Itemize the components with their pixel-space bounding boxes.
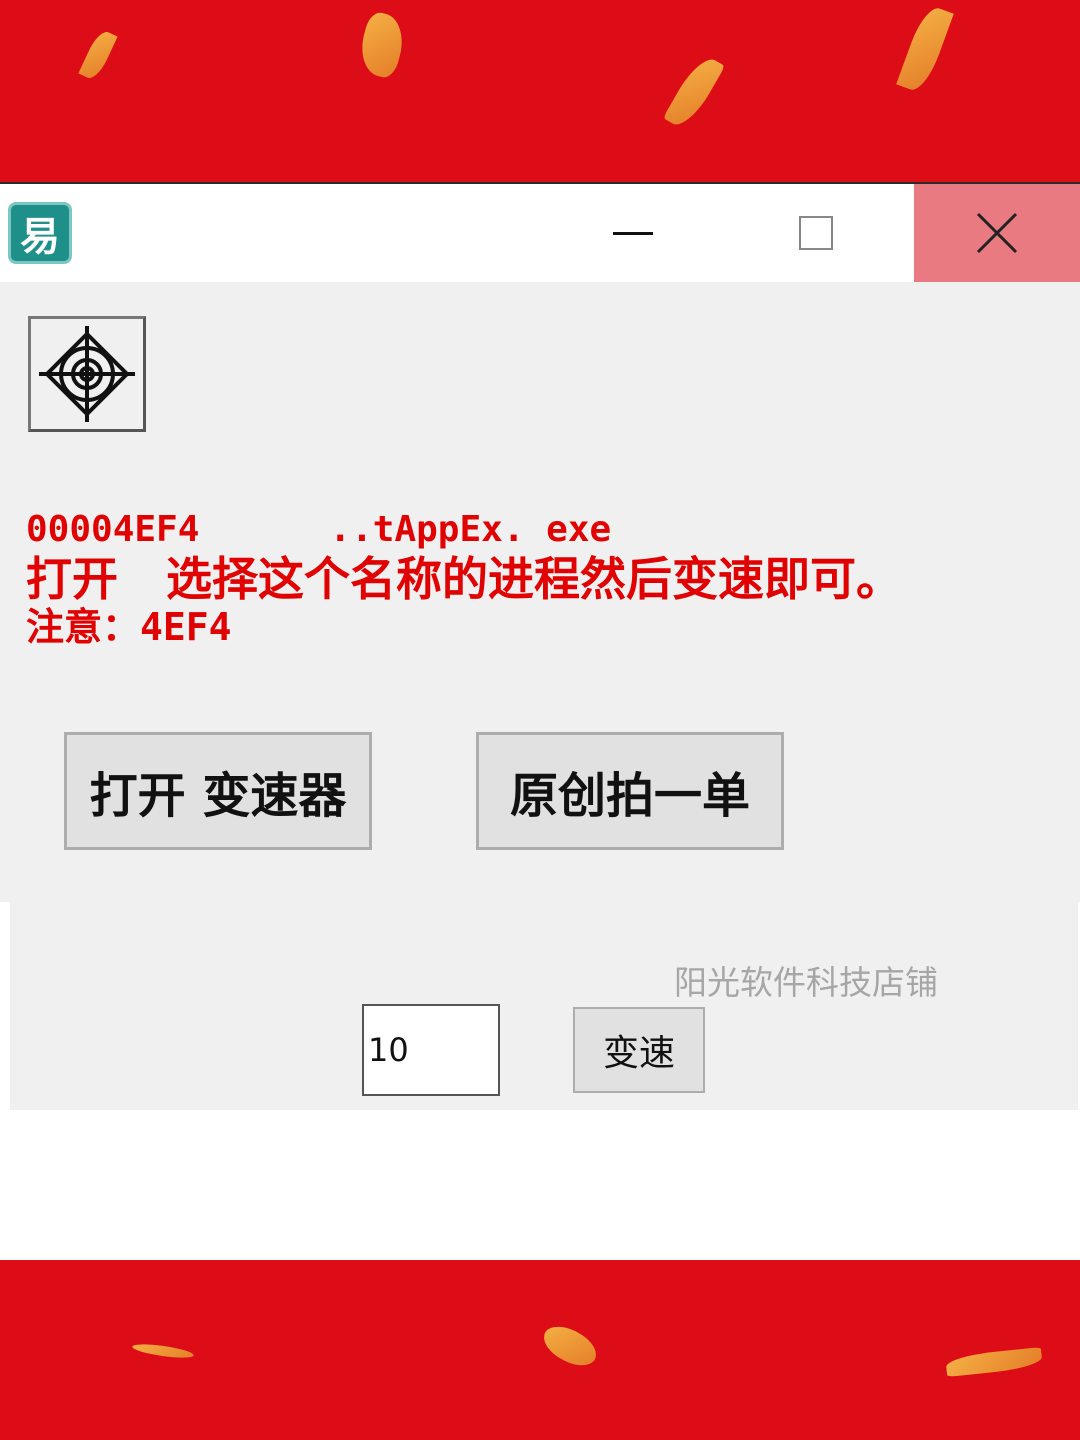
petal-decoration — [896, 3, 954, 95]
speed-panel — [10, 902, 1078, 1110]
note-line: 注意：4EF4 — [26, 605, 232, 649]
title-bar: 易 — [0, 182, 1080, 282]
crosshair-icon — [39, 326, 135, 422]
petal-decoration — [538, 1321, 602, 1371]
minimize-icon — [613, 231, 653, 235]
petal-decoration — [131, 1341, 195, 1361]
minimize-button[interactable] — [573, 184, 693, 282]
app-icon: 易 — [8, 202, 72, 264]
bottom-red-banner — [0, 1260, 1080, 1440]
petal-decoration — [78, 28, 118, 82]
petal-decoration — [354, 9, 410, 81]
petal-decoration — [662, 52, 726, 132]
petal-decoration — [945, 1347, 1043, 1377]
open-speeder-button[interactable]: 打开 变速器 — [64, 732, 372, 850]
maximize-icon — [799, 216, 833, 250]
speed-value-input[interactable] — [362, 1004, 500, 1096]
close-icon — [976, 212, 1018, 254]
top-red-banner — [0, 0, 1080, 182]
shop-watermark: 阳光软件科技店铺 — [674, 963, 938, 1002]
original-order-button[interactable]: 原创拍一单 — [476, 732, 784, 850]
speed-button[interactable]: 变速 — [573, 1007, 705, 1093]
close-button[interactable] — [914, 184, 1080, 282]
instruction-line: 打开 选择这个名称的进程然后变速即可。 — [26, 552, 903, 606]
target-picker-button[interactable] — [28, 316, 146, 432]
maximize-button[interactable] — [756, 184, 876, 282]
app-window: 易 00004EF4 ..tAppEx. exe 打开 选择这个名称的进程然后变… — [0, 182, 1080, 902]
process-id-line: 00004EF4 ..tAppEx. exe — [26, 509, 612, 550]
